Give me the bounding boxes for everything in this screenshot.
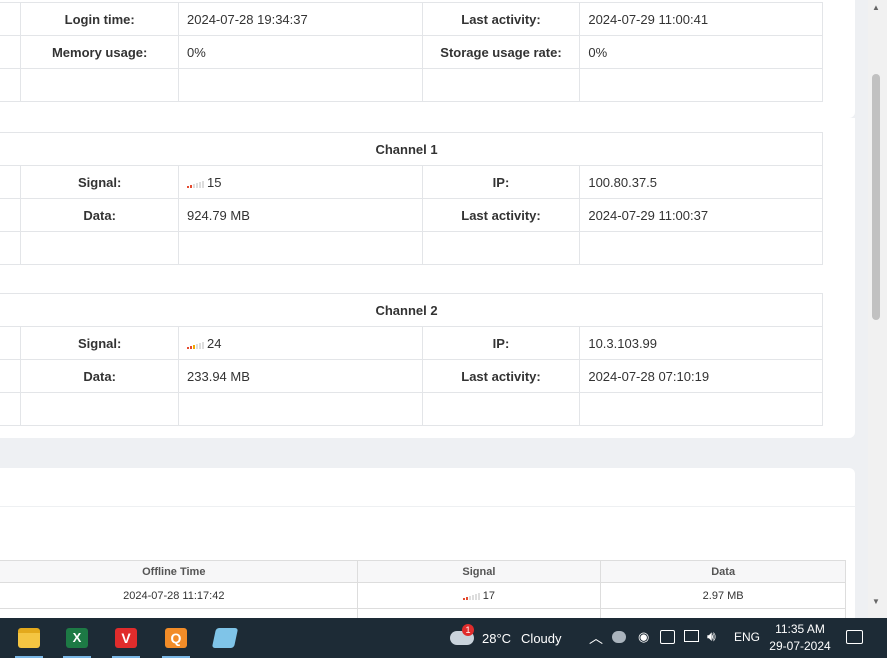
last-activity-value: 2024-07-28 07:10:19: [579, 359, 823, 393]
channel-2-title: Channel 2: [0, 293, 823, 327]
column-header[interactable]: Offline Time: [0, 560, 358, 583]
table-row: Login time: 2024-07-28 19:34:37 Last act…: [0, 2, 823, 36]
table-row: 2024-07-28 11:17:42 17 2.97 MB: [0, 582, 846, 609]
network-icon[interactable]: [684, 630, 699, 642]
ip-label: IP:: [421, 165, 581, 199]
clock-time: 11:35 AM: [775, 622, 825, 636]
channels-card: Channel 1 Signal: 15 IP: 100.80.37.5 Dat…: [0, 118, 855, 438]
table-row: [0, 608, 846, 618]
web-page: Login time: 2024-07-28 19:34:37 Last act…: [0, 0, 868, 618]
clock-date: 29-07-2024: [769, 639, 831, 653]
weather-temp: 28°C: [482, 630, 512, 646]
weather-badge: 1: [462, 624, 474, 636]
device-info-card: Login time: 2024-07-28 19:34:37 Last act…: [0, 0, 855, 118]
security-status-icon[interactable]: [612, 631, 626, 643]
signal-cell: 17: [482, 589, 496, 602]
scroll-up-arrow-icon[interactable]: ▲: [872, 3, 880, 12]
channel-1-title: Channel 1: [0, 132, 823, 166]
table-row: Signal: 15 IP: 100.80.37.5: [0, 165, 823, 199]
data-label: Data:: [20, 198, 180, 232]
meet-now-icon[interactable]: ◉: [638, 629, 649, 645]
data-value: 233.94 MB: [178, 359, 423, 393]
scrollbar-thumb[interactable]: [872, 74, 880, 320]
column-header[interactable]: Data: [600, 560, 846, 583]
signal-strength-icon: [187, 179, 205, 188]
scroll-down-arrow-icon[interactable]: ▼: [872, 597, 880, 606]
table-row: Channel 2: [0, 293, 823, 327]
last-activity-label: Last activity:: [421, 198, 581, 232]
cloud-icon: 1: [450, 624, 474, 645]
last-activity-label: Last activity:: [421, 359, 581, 393]
last-activity-label: Last activity:: [421, 2, 581, 36]
signal-label: Signal:: [20, 165, 180, 199]
signal-label: Signal:: [20, 326, 180, 360]
weather-widget[interactable]: 1 28°C Cloudy: [450, 618, 562, 658]
table-row: Channel 1: [0, 132, 823, 166]
storage-usage-value: 0%: [579, 35, 823, 69]
ip-value: 100.80.37.5: [579, 165, 823, 199]
login-time-label: Login time:: [20, 2, 180, 36]
vpn-app-icon[interactable]: V: [108, 622, 144, 658]
table-row: [0, 392, 823, 426]
history-table: Offline Time Signal Data 2024-07-28 11:1…: [0, 560, 846, 618]
clock[interactable]: 11:35 AM 29-07-2024: [766, 621, 834, 655]
table-row: Data: 924.79 MB Last activity: 2024-07-2…: [0, 198, 823, 232]
volume-icon[interactable]: 🔊︎: [707, 628, 716, 645]
memory-usage-value: 0%: [178, 35, 423, 69]
column-header[interactable]: Signal: [356, 560, 602, 583]
table-row: [0, 231, 823, 265]
vertical-scrollbar[interactable]: ▲ ▼: [868, 0, 887, 618]
recording-icon[interactable]: [660, 630, 675, 644]
last-activity-value: 2024-07-29 11:00:41: [579, 2, 823, 36]
signal-strength-icon: [187, 340, 205, 349]
ip-label: IP:: [421, 326, 581, 360]
channel-2-table: Channel 2 Signal: 24 IP: 10.3.103.99 Dat…: [0, 293, 823, 426]
weather-text: Cloudy: [521, 630, 562, 646]
q-app-icon[interactable]: Q: [158, 622, 194, 658]
memory-usage-label: Memory usage:: [20, 35, 180, 69]
last-activity-value: 2024-07-29 11:00:37: [579, 198, 823, 232]
table-row: Signal: 24 IP: 10.3.103.99: [0, 326, 823, 360]
chevron-up-icon[interactable]: ︿: [589, 628, 603, 648]
data-label: Data:: [20, 359, 180, 393]
notification-center-icon[interactable]: [846, 630, 863, 644]
excel-icon[interactable]: X: [59, 622, 95, 658]
table-header-row: Offline Time Signal Data: [0, 560, 846, 583]
file-explorer-icon[interactable]: [11, 622, 47, 658]
table-row: Data: 233.94 MB Last activity: 2024-07-2…: [0, 359, 823, 393]
history-card-header: [0, 506, 855, 507]
notepad-app-icon[interactable]: [207, 622, 243, 654]
device-info-table: Login time: 2024-07-28 19:34:37 Last act…: [0, 2, 823, 102]
taskbar: X V Q 1 28°C Cloudy ︿ ◉ 🔊︎ ENG 11:35 AM …: [0, 618, 887, 658]
login-time-value: 2024-07-28 19:34:37: [178, 2, 423, 36]
data-value: 924.79 MB: [178, 198, 423, 232]
signal-value: 24: [207, 335, 222, 351]
language-indicator[interactable]: ENG: [734, 630, 760, 644]
channel-1-table: Channel 1 Signal: 15 IP: 100.80.37.5 Dat…: [0, 132, 823, 265]
ip-value: 10.3.103.99: [579, 326, 823, 360]
table-row: [0, 68, 823, 102]
signal-value: 15: [207, 174, 222, 190]
table-row: Memory usage: 0% Storage usage rate: 0%: [0, 35, 823, 69]
signal-strength-icon: [462, 591, 480, 601]
offline-time-cell: 2024-07-28 11:17:42: [0, 582, 358, 609]
storage-usage-label: Storage usage rate:: [421, 35, 581, 69]
data-cell: 2.97 MB: [600, 582, 846, 609]
